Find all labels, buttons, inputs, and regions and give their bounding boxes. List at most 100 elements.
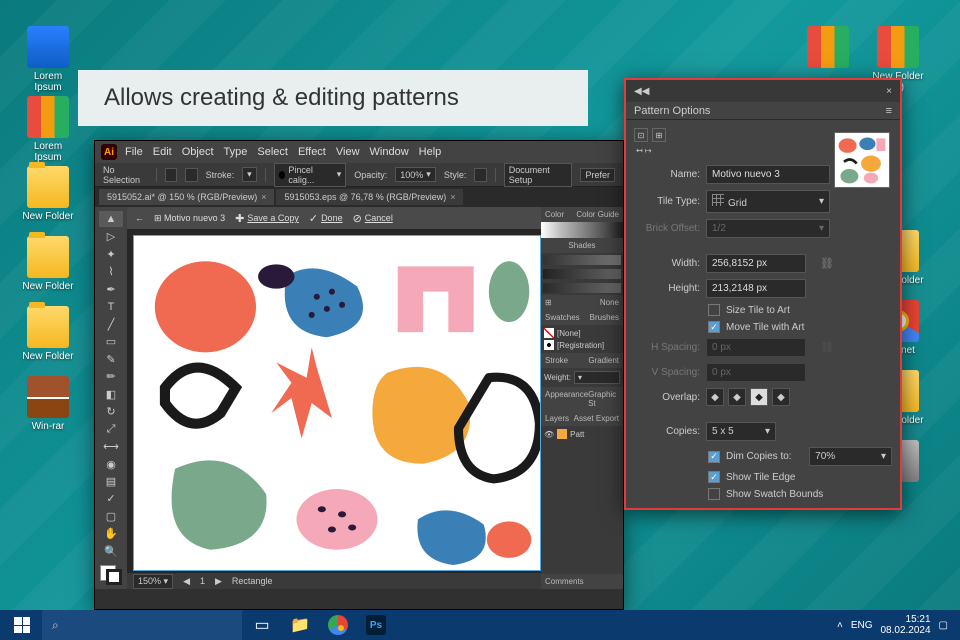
desktop-icon[interactable]: New Folder [20,166,76,222]
overlap-left-button[interactable]: ◆ [706,388,724,406]
menu-edit[interactable]: Edit [153,146,172,158]
stroke-weight-dropdown[interactable]: ▾ [242,167,257,182]
desktop-icon[interactable]: Win-rar [20,376,76,432]
doc-setup-button[interactable]: Document Setup [504,163,573,187]
ai-panels: ColorColor Guide Shades ⊞None SwatchesBr… [541,207,623,589]
rotate-tool[interactable]: ↻ [99,403,123,419]
nav-icon[interactable]: ▶ [215,576,222,587]
gradient-tool[interactable]: ▤ [99,473,123,489]
fill-stroke-swatch[interactable] [100,565,122,585]
stroke-swatch[interactable] [185,168,198,182]
brush-dropdown[interactable]: Pincel calig... ▾ [274,163,347,187]
system-tray[interactable]: ˄ ENG 15:21 08.02.2024 ▢ [829,614,956,636]
shape-builder-tool[interactable]: ◉ [99,456,123,472]
rectangle-tool[interactable]: ▭ [99,333,123,349]
close-icon[interactable]: × [886,86,892,97]
movetile-checkbox[interactable]: ✓ [708,321,720,333]
fill-swatch[interactable] [165,168,178,182]
start-button[interactable] [4,610,40,640]
pattern-edit-bar: ← ⊞ Motivo nuevo 3 ✚Save a Copy ✓Done ⊘C… [127,207,541,229]
close-icon[interactable]: × [450,192,455,202]
done-button[interactable]: ✓Done [309,212,343,225]
chevron-down-icon: ▾ [765,426,770,437]
cancel-button[interactable]: ⊘Cancel [353,212,393,225]
dimcopies-checkbox[interactable]: ✓ [708,451,720,463]
desktop-icon[interactable]: Lorem Ipsum [20,26,76,93]
menu-help[interactable]: Help [419,146,442,158]
menu-file[interactable]: File [125,146,143,158]
doc-tab[interactable]: 5915053.eps @ 76,78 % (RGB/Preview)× [276,189,463,205]
width-tool[interactable]: ⟷ [99,438,123,454]
eyedropper-tool[interactable]: ✓ [99,491,123,507]
file-explorer-button[interactable]: 📁 [282,610,318,640]
zoom-dropdown[interactable]: 150% ▾ [133,574,173,589]
panel-header[interactable]: ◀◀ × [626,80,900,102]
showswatch-checkbox[interactable] [708,488,720,500]
panel-menu-icon[interactable]: ≡ [886,105,892,117]
overlap-right-button[interactable]: ◆ [728,388,746,406]
menu-type[interactable]: Type [224,146,248,158]
canvas[interactable] [133,235,541,571]
direct-select-tool[interactable]: ▷ [99,228,123,244]
pencil-tool[interactable]: ✏ [99,368,123,384]
desktop-icon[interactable]: Lorem Ipsum [20,96,76,163]
desktop-icon[interactable]: New Folder [20,236,76,292]
notification-icon[interactable]: ▢ [939,620,948,631]
menu-view[interactable]: View [336,146,360,158]
stroke-label: Stroke: [206,170,235,180]
language-indicator[interactable]: ENG [851,620,873,631]
ai-titlebar[interactable]: Ai File Edit Object Type Select Effect V… [95,141,623,163]
magic-wand-tool[interactable]: ✦ [99,246,123,262]
photoshop-button[interactable]: Ps [358,610,394,640]
task-view-button[interactable]: ▭ [244,610,280,640]
menu-select[interactable]: Select [257,146,288,158]
name-input[interactable] [706,165,830,184]
doc-tab[interactable]: 5915052.ai* @ 150 % (RGB/Preview)× [99,189,274,205]
artboard-tool[interactable]: ▢ [99,508,123,524]
taskbar: ⌕ ▭ 📁 Ps ˄ ENG 15:21 08.02.2024 ▢ [0,610,960,640]
selection-tool[interactable]: ▲ [99,211,123,227]
tile-icon[interactable]: ⊡ [634,128,648,142]
tile-icon[interactable]: ⊞ [652,128,666,142]
tray-expand-icon[interactable]: ˄ [837,620,843,631]
collapse-icon[interactable]: ◀◀ [634,86,649,97]
width-input[interactable] [706,254,806,273]
scale-tool[interactable]: ⤢ [99,421,123,437]
overlap-bottom-button[interactable]: ◆ [772,388,790,406]
zoom-tool[interactable]: 🔍 [99,543,123,559]
preferences-button[interactable]: Prefer [580,168,615,182]
style-swatch[interactable] [474,168,487,182]
overlap-top-button[interactable]: ◆ [750,388,768,406]
save-copy-button[interactable]: ✚Save a Copy [235,212,299,225]
chrome-button[interactable] [320,610,356,640]
menu-effect[interactable]: Effect [298,146,326,158]
tiletype-label: Tile Type: [634,196,700,207]
copies-dropdown[interactable]: 5 x 5▾ [706,422,776,441]
nav-icon[interactable]: ◀ [183,576,190,587]
lasso-tool[interactable]: ⌇ [99,263,123,279]
link-icon[interactable]: ⛓ [820,257,834,271]
tiletype-dropdown[interactable]: Grid▾ [706,190,830,213]
desktop-icon[interactable]: New Folder [20,306,76,362]
back-icon[interactable]: ← [135,213,144,223]
menu-object[interactable]: Object [182,146,214,158]
ai-logo-icon: Ai [101,144,117,160]
dimcopies-dropdown[interactable]: 70%▾ [809,447,892,466]
sizetile-checkbox[interactable] [708,304,720,316]
hand-tool[interactable]: ✋ [99,526,123,542]
panel-tab[interactable]: Pattern Options≡ [626,102,900,120]
showtile-checkbox[interactable]: ✓ [708,471,720,483]
search-input[interactable]: ⌕ [42,610,242,640]
close-icon[interactable]: × [261,192,266,202]
opacity-dropdown[interactable]: 100% ▾ [395,167,436,182]
eraser-tool[interactable]: ◧ [99,386,123,402]
tool-label: Rectangle [232,576,273,586]
chevron-down-icon: ▾ [819,196,824,207]
desktop-icon[interactable] [800,26,856,71]
brush-tool[interactable]: ✎ [99,351,123,367]
height-input[interactable] [706,279,806,298]
line-tool[interactable]: ╱ [99,316,123,332]
menu-window[interactable]: Window [370,146,409,158]
pen-tool[interactable]: ✒ [99,281,123,297]
type-tool[interactable]: T [99,298,123,314]
